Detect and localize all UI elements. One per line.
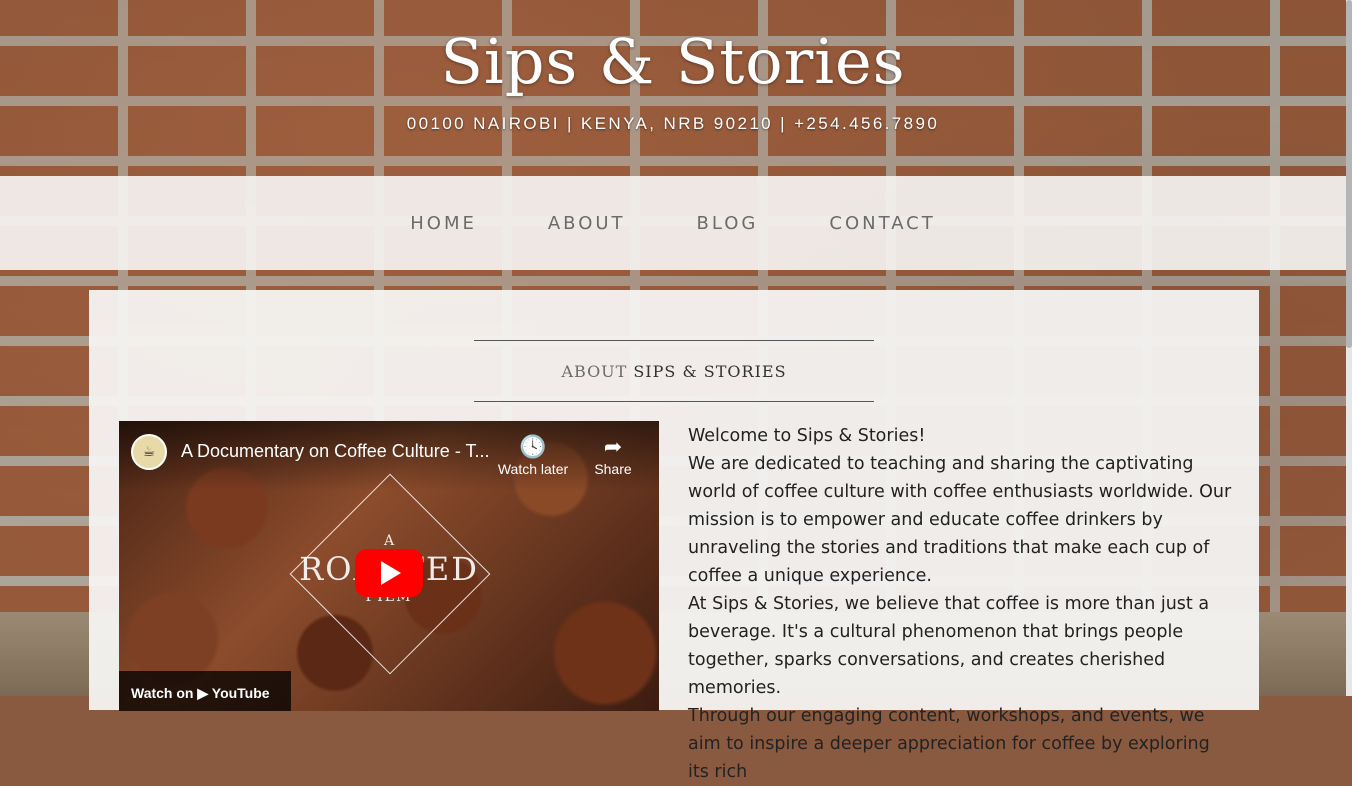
watch-on-youtube-button[interactable]: Watch on ▶ YouTube — [119, 671, 291, 711]
nav-item-home[interactable]: HOME — [410, 213, 477, 234]
main-nav: HOME ABOUT BLOG CONTACT — [0, 176, 1346, 270]
share-icon: ➦ — [603, 434, 623, 459]
clock-icon: 🕓 — [519, 434, 547, 459]
youtube-video-embed[interactable]: ☕ A Documentary on Coffee Culture - T...… — [119, 421, 659, 711]
share-label: Share — [594, 461, 632, 477]
site-address: 00100 NAIROBI | KENYA, NRB 90210 | +254.… — [406, 114, 940, 133]
site-title[interactable]: Sips & Stories — [0, 22, 1346, 102]
play-button[interactable] — [355, 549, 423, 597]
about-paragraph: Welcome to Sips & Stories! — [688, 426, 926, 446]
scrollbar-thumb[interactable] — [1346, 0, 1352, 348]
watch-later-label: Watch later — [497, 461, 569, 477]
share-button[interactable]: ➦ Share — [573, 433, 653, 477]
channel-avatar[interactable]: ☕ — [131, 434, 167, 470]
nav-item-about[interactable]: ABOUT — [548, 213, 626, 234]
watch-later-button[interactable]: 🕓 Watch later — [493, 433, 573, 477]
play-icon — [381, 561, 401, 585]
section-heading-light: ABOUT — [561, 361, 628, 381]
nav-item-contact[interactable]: CONTACT — [829, 213, 935, 234]
about-paragraph: We are dedicated to teaching and sharing… — [688, 454, 1232, 586]
scrollbar-track[interactable] — [1346, 0, 1352, 696]
video-title[interactable]: A Documentary on Coffee Culture - T... — [181, 441, 490, 462]
site-header: Sips & Stories 00100 NAIROBI | KENYA, NR… — [0, 0, 1346, 176]
section-heading-bold: SIPS & STORIES — [633, 361, 787, 381]
about-text: Welcome to Sips & Stories! We are dedica… — [688, 422, 1233, 786]
content-panel: ABOUT SIPS & STORIES ☕ A Documentary on … — [89, 290, 1259, 782]
about-paragraph: At Sips & Stories, we believe that coffe… — [688, 594, 1210, 698]
nav-item-blog[interactable]: BLOG — [697, 213, 759, 234]
film-logo-a: A — [383, 533, 395, 549]
about-paragraph: Through our engaging content, workshops,… — [688, 706, 1210, 782]
section-heading: ABOUT SIPS & STORIES — [474, 340, 874, 402]
